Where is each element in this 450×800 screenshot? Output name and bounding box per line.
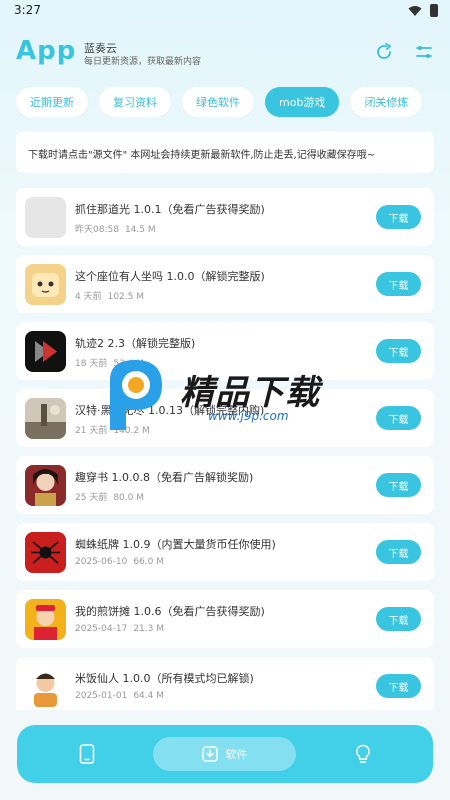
app-date: 21 天前 [75,426,108,436]
list-item[interactable]: 抓住那道光 1.0.1（免看广告获得奖励) 昨天08:58 14.5 M 下载 [16,188,434,246]
app-date: 昨天08:58 [75,225,119,235]
app-date: 18 天前 [75,359,108,369]
status-time: 3:27 [14,3,41,17]
app-thumbnail [25,465,66,506]
notice-text: 下载时请点击"源文件" 本网址会持续更新最新软件,防止走丢,记得收藏保存哦~ [28,150,376,161]
app-name: 这个座位有人坐吗 1.0.0（解锁完整版) [75,270,265,283]
refresh-icon[interactable] [374,42,394,62]
app-size: 53.4 M [113,359,144,369]
nav-device[interactable] [75,725,99,783]
app-thumbnail [25,666,66,707]
app-subtitle: 蓝奏云 每日更新资源，获取最新内容 [84,42,201,69]
list-item[interactable]: 蜘蛛纸牌 1.0.9（内置大量货币任你使用) 2025-06-10 66.0 M … [16,523,434,581]
app-thumbnail [25,599,66,640]
app-name: 我的煎饼摊 1.0.6（免看广告获得奖励) [75,605,265,618]
status-bar: 3:27 [0,0,450,22]
download-button[interactable]: 下载 [376,540,421,564]
nav-software-label: 软件 [225,748,248,761]
app-name: 抓住那道光 1.0.1（免看广告获得奖励) [75,203,265,216]
download-button[interactable]: 下载 [376,473,421,497]
download-button[interactable]: 下载 [376,607,421,631]
app-thumbnail [25,197,66,238]
settings-sliders-icon[interactable] [414,42,434,62]
tab-study[interactable]: 复习资料 [99,87,171,117]
app-size: 21.3 M [133,624,164,634]
app-meta: 21 天前 140.2 M [75,423,150,436]
phone-icon [79,744,95,764]
download-box-icon [201,746,218,762]
app-size: 66.0 M [133,557,164,567]
nav-software[interactable]: 软件 [153,737,296,771]
list-item[interactable]: 米饭仙人 1.0.0（所有模式均已解锁) 2025-01-01 64.4 M 下载 [16,657,434,710]
list-item[interactable]: 我的煎饼摊 1.0.6（免看广告获得奖励) 2025-04-17 21.3 M 下… [16,590,434,648]
app-meta: 2025-01-01 64.4 M [75,691,164,701]
app-thumbnail [25,398,66,439]
download-button[interactable]: 下载 [376,339,421,363]
app-date: 25 天前 [75,493,108,503]
lightbulb-icon [356,744,370,763]
app-size: 64.4 M [133,691,164,701]
app-list: 抓住那道光 1.0.1（免看广告获得奖励) 昨天08:58 14.5 M 下载 这… [16,188,434,710]
bottom-navigation: 软件 [17,725,433,783]
category-tabs: 近期更新 复习资料 绿色软件 mob游戏 闭关修炼 [16,87,450,117]
app-meta: 2025-06-10 66.0 M [75,557,164,567]
list-item[interactable]: 这个座位有人坐吗 1.0.0（解锁完整版) 4 天前 102.5 M 下载 [16,255,434,313]
download-button[interactable]: 下载 [376,674,421,698]
app-size: 102.5 M [107,292,144,302]
app-name: 米饭仙人 1.0.0（所有模式均已解锁) [75,672,254,685]
nav-ideas[interactable] [351,725,375,783]
app-size: 14.5 M [124,225,156,235]
header: App 蓝奏云 每日更新资源，获取最新内容 [16,36,434,76]
header-actions [374,42,434,62]
tab-recent[interactable]: 近期更新 [16,87,88,117]
download-button[interactable]: 下载 [376,272,421,296]
download-button[interactable]: 下载 [376,406,421,430]
app-meta: 25 天前 80.0 M [75,490,144,503]
wifi-icon [408,5,422,16]
app-size: 80.0 M [113,493,144,503]
download-button[interactable]: 下载 [376,205,421,229]
app-thumbnail [25,331,66,372]
tab-green-software[interactable]: 绿色软件 [182,87,254,117]
tab-retreat[interactable]: 闭关修炼 [350,87,423,117]
app-size: 140.2 M [113,426,150,436]
notice-banner: 下载时请点击"源文件" 本网址会持续更新最新软件,防止走丢,记得收藏保存哦~ [16,131,434,173]
app-meta: 昨天08:58 14.5 M [75,222,156,235]
app-thumbnail [25,264,66,305]
app-meta: 2025-04-17 21.3 M [75,624,164,634]
tab-mob-games[interactable]: mob游戏 [265,87,340,117]
app-title: App [16,36,77,66]
list-item[interactable]: 汉特·黑潮无尽 1.0.13（解锁完整内购) 21 天前 140.2 M 下载 [16,389,434,447]
app-description: 每日更新资源，获取最新内容 [84,57,202,67]
app-name: 蜘蛛纸牌 1.0.9（内置大量货币任你使用) [75,538,276,551]
list-item[interactable]: 轨迹2 2.3（解锁完整版) 18 天前 53.4 M 下载 [16,322,434,380]
app-date: 4 天前 [75,292,102,302]
app-name: 蓝奏云 [84,42,117,55]
app-name: 汉特·黑潮无尽 1.0.13（解锁完整内购) [75,404,265,417]
app-name: 轨迹2 2.3（解锁完整版) [75,337,196,350]
battery-icon [430,4,438,17]
app-meta: 18 天前 53.4 M [75,356,144,369]
app-thumbnail [25,532,66,573]
status-icons [408,4,438,17]
app-date: 2025-06-10 [75,557,128,567]
list-item[interactable]: 趣穿书 1.0.0.8（免看广告解锁奖励) 25 天前 80.0 M 下载 [16,456,434,514]
app-name: 趣穿书 1.0.0.8（免看广告解锁奖励) [75,471,254,484]
app-date: 2025-01-01 [75,691,128,701]
app-meta: 4 天前 102.5 M [75,289,144,302]
app-date: 2025-04-17 [75,624,128,634]
